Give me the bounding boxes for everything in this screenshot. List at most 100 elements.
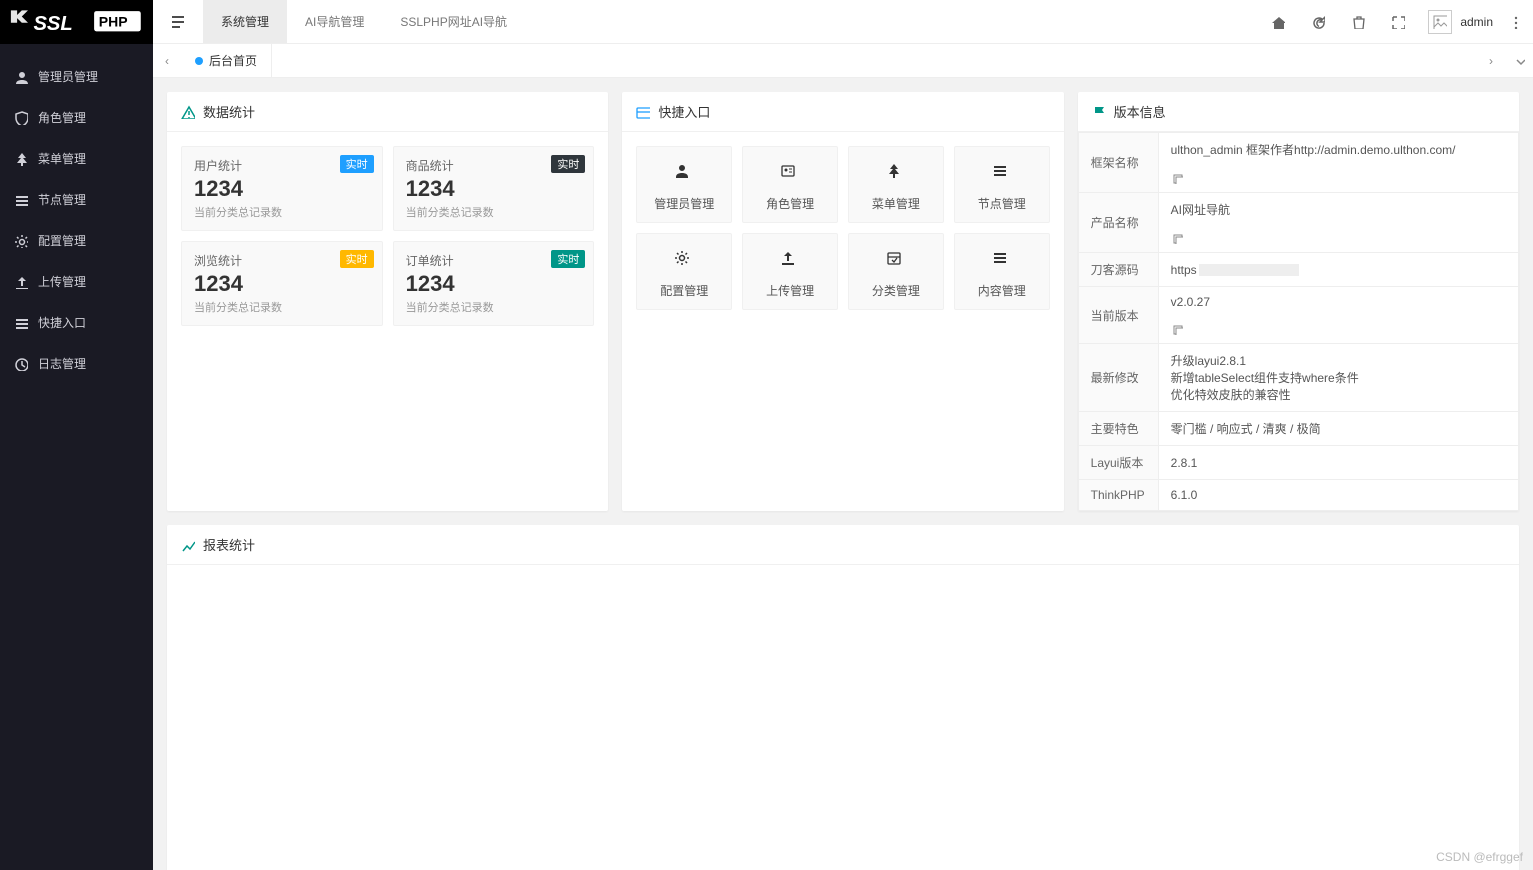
top-tab-0[interactable]: 系统管理: [203, 0, 287, 43]
tree-icon: [14, 152, 28, 166]
version-row-4: 最新修改升级layui2.8.1新增tableSelect组件支持where条件…: [1078, 344, 1518, 412]
svg-text:SSL: SSL: [33, 13, 72, 35]
list-icon: [990, 248, 1014, 272]
version-value: 升级layui2.8.1: [1171, 352, 1506, 369]
version-key: 当前版本: [1078, 287, 1158, 344]
copy-icon[interactable]: [1171, 172, 1506, 184]
card-icon: [636, 105, 650, 119]
reports-card: 报表统计: [167, 525, 1519, 870]
version-value: 零门槛 / 响应式 / 清爽 / 极简: [1171, 420, 1506, 437]
menu-toggle-icon[interactable]: [153, 0, 203, 43]
quick-item-3[interactable]: 节点管理: [954, 146, 1050, 223]
top-tab-1[interactable]: AI导航管理: [287, 0, 382, 43]
list-icon: [14, 316, 28, 330]
upload-icon: [778, 248, 802, 272]
watermark: CSDN @efrggef: [1436, 850, 1523, 864]
id-icon: [778, 161, 802, 185]
copy-icon[interactable]: [1171, 232, 1506, 244]
quick-item-1[interactable]: 角色管理: [742, 146, 838, 223]
stat-value: 1234: [406, 271, 582, 297]
version-value: 6.1.0: [1171, 488, 1506, 502]
user-name: admin: [1460, 15, 1493, 29]
quick-item-label: 配置管理: [660, 282, 708, 299]
stat-value: 1234: [194, 271, 370, 297]
more-icon[interactable]: [1503, 15, 1527, 29]
quick-item-7[interactable]: 内容管理: [954, 233, 1050, 310]
version-key: 刀客源码: [1078, 253, 1158, 287]
list-icon: [14, 193, 28, 207]
quick-item-label: 角色管理: [766, 195, 814, 212]
sidebar-item-4[interactable]: 配置管理: [0, 220, 153, 261]
user-menu[interactable]: admin: [1418, 10, 1503, 34]
quick-item-5[interactable]: 上传管理: [742, 233, 838, 310]
version-row-3: 当前版本v2.0.27: [1078, 287, 1518, 344]
stat-card-3: 订单统计1234当前分类总记录数实时: [393, 241, 595, 326]
quick-card: 快捷入口 管理员管理角色管理菜单管理节点管理配置管理上传管理分类管理内容管理: [622, 92, 1063, 511]
sidebar-item-3[interactable]: 节点管理: [0, 179, 153, 220]
clear-icon[interactable]: [1338, 0, 1378, 43]
sidebar-item-label: 上传管理: [38, 273, 86, 290]
reports-title: 报表统计: [203, 535, 255, 554]
sidebar-item-5[interactable]: 上传管理: [0, 261, 153, 302]
sidebar-item-1[interactable]: 角色管理: [0, 97, 153, 138]
fullscreen-icon[interactable]: [1378, 0, 1418, 43]
home-icon[interactable]: [1258, 0, 1298, 43]
version-value: 新增tableSelect组件支持where条件: [1171, 369, 1506, 386]
tree-icon: [884, 161, 908, 185]
page-tabbar: ‹ 后台首页 ›: [153, 44, 1533, 78]
version-row-5: 主要特色零门槛 / 响应式 / 清爽 / 极简: [1078, 412, 1518, 446]
version-value: 优化特效皮肤的兼容性: [1171, 386, 1506, 403]
quick-item-4[interactable]: 配置管理: [636, 233, 732, 310]
tab-prev-icon[interactable]: ‹: [153, 44, 181, 77]
quick-item-2[interactable]: 菜单管理: [848, 146, 944, 223]
version-row-1: 产品名称 AI网址导航: [1078, 193, 1518, 253]
flag-icon: [1092, 105, 1106, 119]
copy-icon[interactable]: [1171, 323, 1506, 335]
quick-item-label: 管理员管理: [654, 195, 714, 212]
version-title: 版本信息: [1114, 102, 1166, 121]
stat-card-0: 用户统计1234当前分类总记录数实时: [181, 146, 383, 231]
refresh-icon[interactable]: [1298, 0, 1338, 43]
version-key: Layui版本: [1078, 446, 1158, 480]
stat-sub: 当前分类总记录数: [406, 204, 582, 220]
stat-sub: 当前分类总记录数: [406, 299, 582, 315]
version-value: AI网址导航: [1171, 201, 1506, 218]
quick-item-label: 上传管理: [766, 282, 814, 299]
version-card: 版本信息 框架名称ulthon_admin 框架作者http://admin.d…: [1078, 92, 1519, 511]
tab-menu-icon[interactable]: [1505, 54, 1533, 66]
svg-text:PHP: PHP: [98, 14, 127, 30]
version-value: ulthon_admin 框架作者http://admin.demo.ultho…: [1171, 141, 1506, 158]
page-tab-label: 后台首页: [209, 52, 257, 69]
clock-icon: [14, 357, 28, 371]
version-value: 2.8.1: [1171, 456, 1506, 470]
sidebar-item-label: 快捷入口: [38, 314, 86, 331]
upload-icon: [14, 275, 28, 289]
quick-item-label: 节点管理: [978, 195, 1026, 212]
tab-next-icon[interactable]: ›: [1477, 54, 1505, 68]
list-icon: [990, 161, 1014, 185]
user-icon: [672, 161, 696, 185]
user-icon: [14, 70, 28, 84]
version-key: ThinkPHP: [1078, 480, 1158, 511]
sidebar-item-2[interactable]: 菜单管理: [0, 138, 153, 179]
version-key: 产品名称: [1078, 193, 1158, 253]
quick-item-label: 内容管理: [978, 282, 1026, 299]
page-tab-home[interactable]: 后台首页: [181, 44, 272, 77]
shield-icon: [14, 111, 28, 125]
calendar-icon: [884, 248, 908, 272]
quick-item-0[interactable]: 管理员管理: [636, 146, 732, 223]
quick-item-6[interactable]: 分类管理: [848, 233, 944, 310]
sidebar-item-7[interactable]: 日志管理: [0, 343, 153, 384]
avatar: [1428, 10, 1452, 34]
brand-logo[interactable]: SSL PHP: [0, 0, 153, 44]
stat-sub: 当前分类总记录数: [194, 299, 370, 315]
stat-badge: 实时: [551, 250, 585, 268]
version-row-0: 框架名称ulthon_admin 框架作者http://admin.demo.u…: [1078, 133, 1518, 193]
gear-icon: [672, 248, 696, 272]
sidebar-item-0[interactable]: 管理员管理: [0, 56, 153, 97]
top-tab-2[interactable]: SSLPHP网址AI导航: [382, 0, 525, 43]
warning-icon: [181, 105, 195, 119]
version-key: 主要特色: [1078, 412, 1158, 446]
sidebar-item-6[interactable]: 快捷入口: [0, 302, 153, 343]
redacted-content: [1199, 264, 1299, 276]
